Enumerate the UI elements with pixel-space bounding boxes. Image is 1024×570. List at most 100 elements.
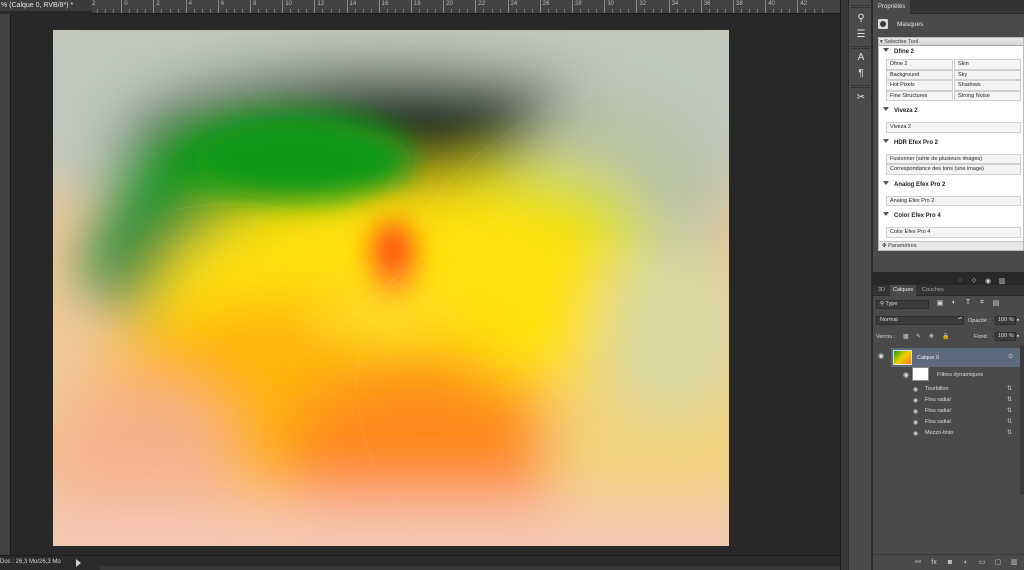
viveza-2-button[interactable]: Viveza 2 bbox=[886, 122, 1021, 133]
hot-pixels-button[interactable]: Hot Pixels bbox=[886, 80, 953, 91]
ruler-minor-tick bbox=[241, 9, 243, 13]
strong-noise-button[interactable]: Strong Noise bbox=[954, 90, 1021, 101]
smart-filter-mask-thumbnail[interactable] bbox=[912, 367, 929, 381]
filter-options-icon[interactable]: ⇅ bbox=[1007, 407, 1012, 414]
status-menu-arrow-icon[interactable] bbox=[76, 559, 81, 567]
fill-dropdown-icon[interactable]: ▸ bbox=[1017, 333, 1020, 339]
adjustments-icon[interactable]: ☰ bbox=[852, 27, 870, 43]
shadows-button[interactable]: Shadows bbox=[954, 80, 1021, 91]
pixel-filter-icon[interactable]: ▣ bbox=[933, 299, 947, 307]
filter-item-radial-blur[interactable]: Flou radial bbox=[925, 408, 951, 414]
layers-scrollbar[interactable] bbox=[1020, 345, 1024, 495]
link-layers-icon[interactable]: ⚯ bbox=[910, 555, 926, 570]
history-brush-icon[interactable]: ⚲ bbox=[852, 11, 870, 27]
hdr-merge-button[interactable]: Fusionner (série de plusieurs images) bbox=[886, 153, 1021, 164]
background-button[interactable]: Background bbox=[886, 69, 953, 80]
masks-section[interactable]: Masques bbox=[878, 17, 923, 31]
section-color-efex[interactable]: Color Efex Pro 4 bbox=[879, 210, 1023, 223]
lock-pixels-icon[interactable]: ✎ bbox=[916, 333, 921, 340]
skin-button[interactable]: Skin bbox=[954, 59, 1021, 70]
filter-eye-icon[interactable]: ◉ bbox=[913, 419, 918, 426]
paragraph-icon[interactable]: ¶ bbox=[852, 66, 870, 82]
lock-all-icon[interactable]: 🔒 bbox=[942, 333, 949, 340]
ruler-minor-tick bbox=[451, 9, 453, 13]
settings-footer[interactable]: ✤ Paramètres bbox=[879, 241, 1023, 250]
dock-grip[interactable] bbox=[851, 85, 870, 88]
filter-item-radial-blur[interactable]: Flou radial bbox=[925, 397, 951, 403]
filter-options-icon[interactable]: ⇅ bbox=[1007, 385, 1012, 392]
sky-button[interactable]: Sky bbox=[954, 69, 1021, 80]
shape-filter-icon[interactable]: ⌗ bbox=[975, 299, 989, 307]
filter-options-icon[interactable]: ⇅ bbox=[1007, 418, 1012, 425]
delete-icon[interactable]: ▥ bbox=[995, 277, 1009, 285]
ruler-minor-tick bbox=[402, 9, 404, 13]
hdr-tone-match-button[interactable]: Correspondance des tons (une image) bbox=[886, 164, 1021, 175]
fine-structures-button[interactable]: Fine Structures bbox=[886, 90, 953, 101]
document-image[interactable] bbox=[53, 30, 729, 546]
add-mask-icon[interactable]: ◙ bbox=[942, 555, 958, 570]
ruler-tick-label: 30 bbox=[604, 0, 614, 13]
ruler-minor-tick bbox=[435, 9, 437, 13]
section-dfine[interactable]: Dfine 2 bbox=[879, 46, 1023, 59]
horizontal-scrollbar[interactable] bbox=[100, 566, 840, 570]
character-icon[interactable]: A bbox=[852, 50, 870, 66]
tab-3d[interactable]: 3D bbox=[875, 285, 888, 296]
ruler-minor-tick bbox=[209, 9, 211, 13]
adjustment-layer-icon[interactable]: ◐ bbox=[958, 555, 974, 570]
filter-item-mezzotint[interactable]: Mezzo-tinto bbox=[925, 430, 953, 436]
filter-item-radial-blur[interactable]: Flou radial bbox=[925, 419, 951, 425]
filter-options-icon[interactable]: ⇅ bbox=[1007, 429, 1012, 436]
ruler-minor-tick bbox=[467, 9, 469, 13]
selection-icon[interactable]: ◌ bbox=[953, 277, 967, 285]
filter-eye-icon[interactable]: ◉ bbox=[913, 430, 918, 437]
lock-position-icon[interactable]: ✥ bbox=[929, 333, 934, 340]
filter-eye-icon[interactable]: ◉ bbox=[913, 386, 918, 393]
apply-mask-icon[interactable]: ⬦ bbox=[967, 277, 981, 285]
layer-visibility-eye-icon[interactable]: ◉ bbox=[878, 352, 884, 360]
fill-field[interactable]: 100 % bbox=[995, 332, 1016, 341]
visibility-icon[interactable]: ◉ bbox=[981, 277, 995, 285]
filter-options-icon[interactable]: ⇅ bbox=[1007, 396, 1012, 403]
opacity-field[interactable]: 100 % bbox=[995, 316, 1016, 325]
tab-channels[interactable]: Couches bbox=[919, 285, 947, 296]
filter-item-twirl[interactable]: Tourbillon bbox=[925, 386, 949, 392]
type-filter-icon[interactable]: T bbox=[961, 299, 975, 307]
adjustment-filter-icon[interactable]: ◐ bbox=[947, 299, 961, 307]
color-efex-button[interactable]: Color Efex Pro 4 bbox=[886, 227, 1021, 238]
ruler-minor-tick bbox=[749, 9, 751, 13]
layer-name[interactable]: Calque 0 bbox=[917, 355, 939, 361]
ruler-tick-label: 20 bbox=[443, 0, 453, 13]
smart-filter-toggle-icon[interactable]: ⊙ bbox=[1008, 353, 1013, 360]
opacity-dropdown-icon[interactable]: ▸ bbox=[1017, 317, 1020, 323]
layer-style-icon[interactable]: fx bbox=[926, 555, 942, 570]
ruler-tick-label: 2 bbox=[153, 0, 160, 13]
selective-tool-titlebar[interactable]: ▾ Selective Tool bbox=[879, 38, 1023, 46]
ruler-minor-tick bbox=[620, 9, 622, 13]
dfine-2-button[interactable]: Dfine 2 bbox=[886, 59, 953, 70]
section-viveza[interactable]: Viveza 2 bbox=[879, 105, 1023, 118]
section-hdr-efex[interactable]: HDR Efex Pro 2 bbox=[879, 137, 1023, 150]
section-analog-efex[interactable]: Analog Efex Pro 2 bbox=[879, 179, 1023, 192]
analog-efex-button[interactable]: Analog Efex Pro 2 bbox=[886, 195, 1021, 206]
smart-filters-eye-icon[interactable]: ◉ bbox=[903, 371, 909, 379]
filter-eye-icon[interactable]: ◉ bbox=[913, 397, 918, 404]
vertical-scrollbar[interactable] bbox=[840, 0, 848, 570]
tools-scissors-icon[interactable]: ✂ bbox=[852, 90, 870, 106]
document-tab[interactable]: % (Calque 0, RVB/8*) * bbox=[0, 0, 92, 11]
lock-transparent-icon[interactable]: ▦ bbox=[903, 333, 909, 340]
smart-object-filter-icon[interactable]: ▤ bbox=[989, 299, 1003, 307]
blend-mode-select[interactable]: Normal bbox=[876, 316, 964, 325]
layer-filter-select[interactable]: ⚲ Type bbox=[876, 300, 929, 309]
ruler-minor-tick bbox=[330, 9, 332, 13]
ruler-minor-tick bbox=[354, 9, 356, 13]
filter-eye-icon[interactable]: ◉ bbox=[913, 408, 918, 415]
ruler-tick-label: 38 bbox=[733, 0, 743, 13]
new-group-icon[interactable]: ▭ bbox=[974, 555, 990, 570]
tab-layers[interactable]: Calques bbox=[890, 285, 917, 296]
ruler-minor-tick bbox=[660, 9, 662, 13]
tab-properties[interactable]: Propriétés bbox=[873, 0, 911, 14]
delete-layer-icon[interactable]: ▥ bbox=[1006, 555, 1022, 570]
new-layer-icon[interactable]: ▢ bbox=[990, 555, 1006, 570]
dock-grip[interactable] bbox=[851, 46, 870, 49]
dock-grip[interactable] bbox=[851, 5, 870, 8]
